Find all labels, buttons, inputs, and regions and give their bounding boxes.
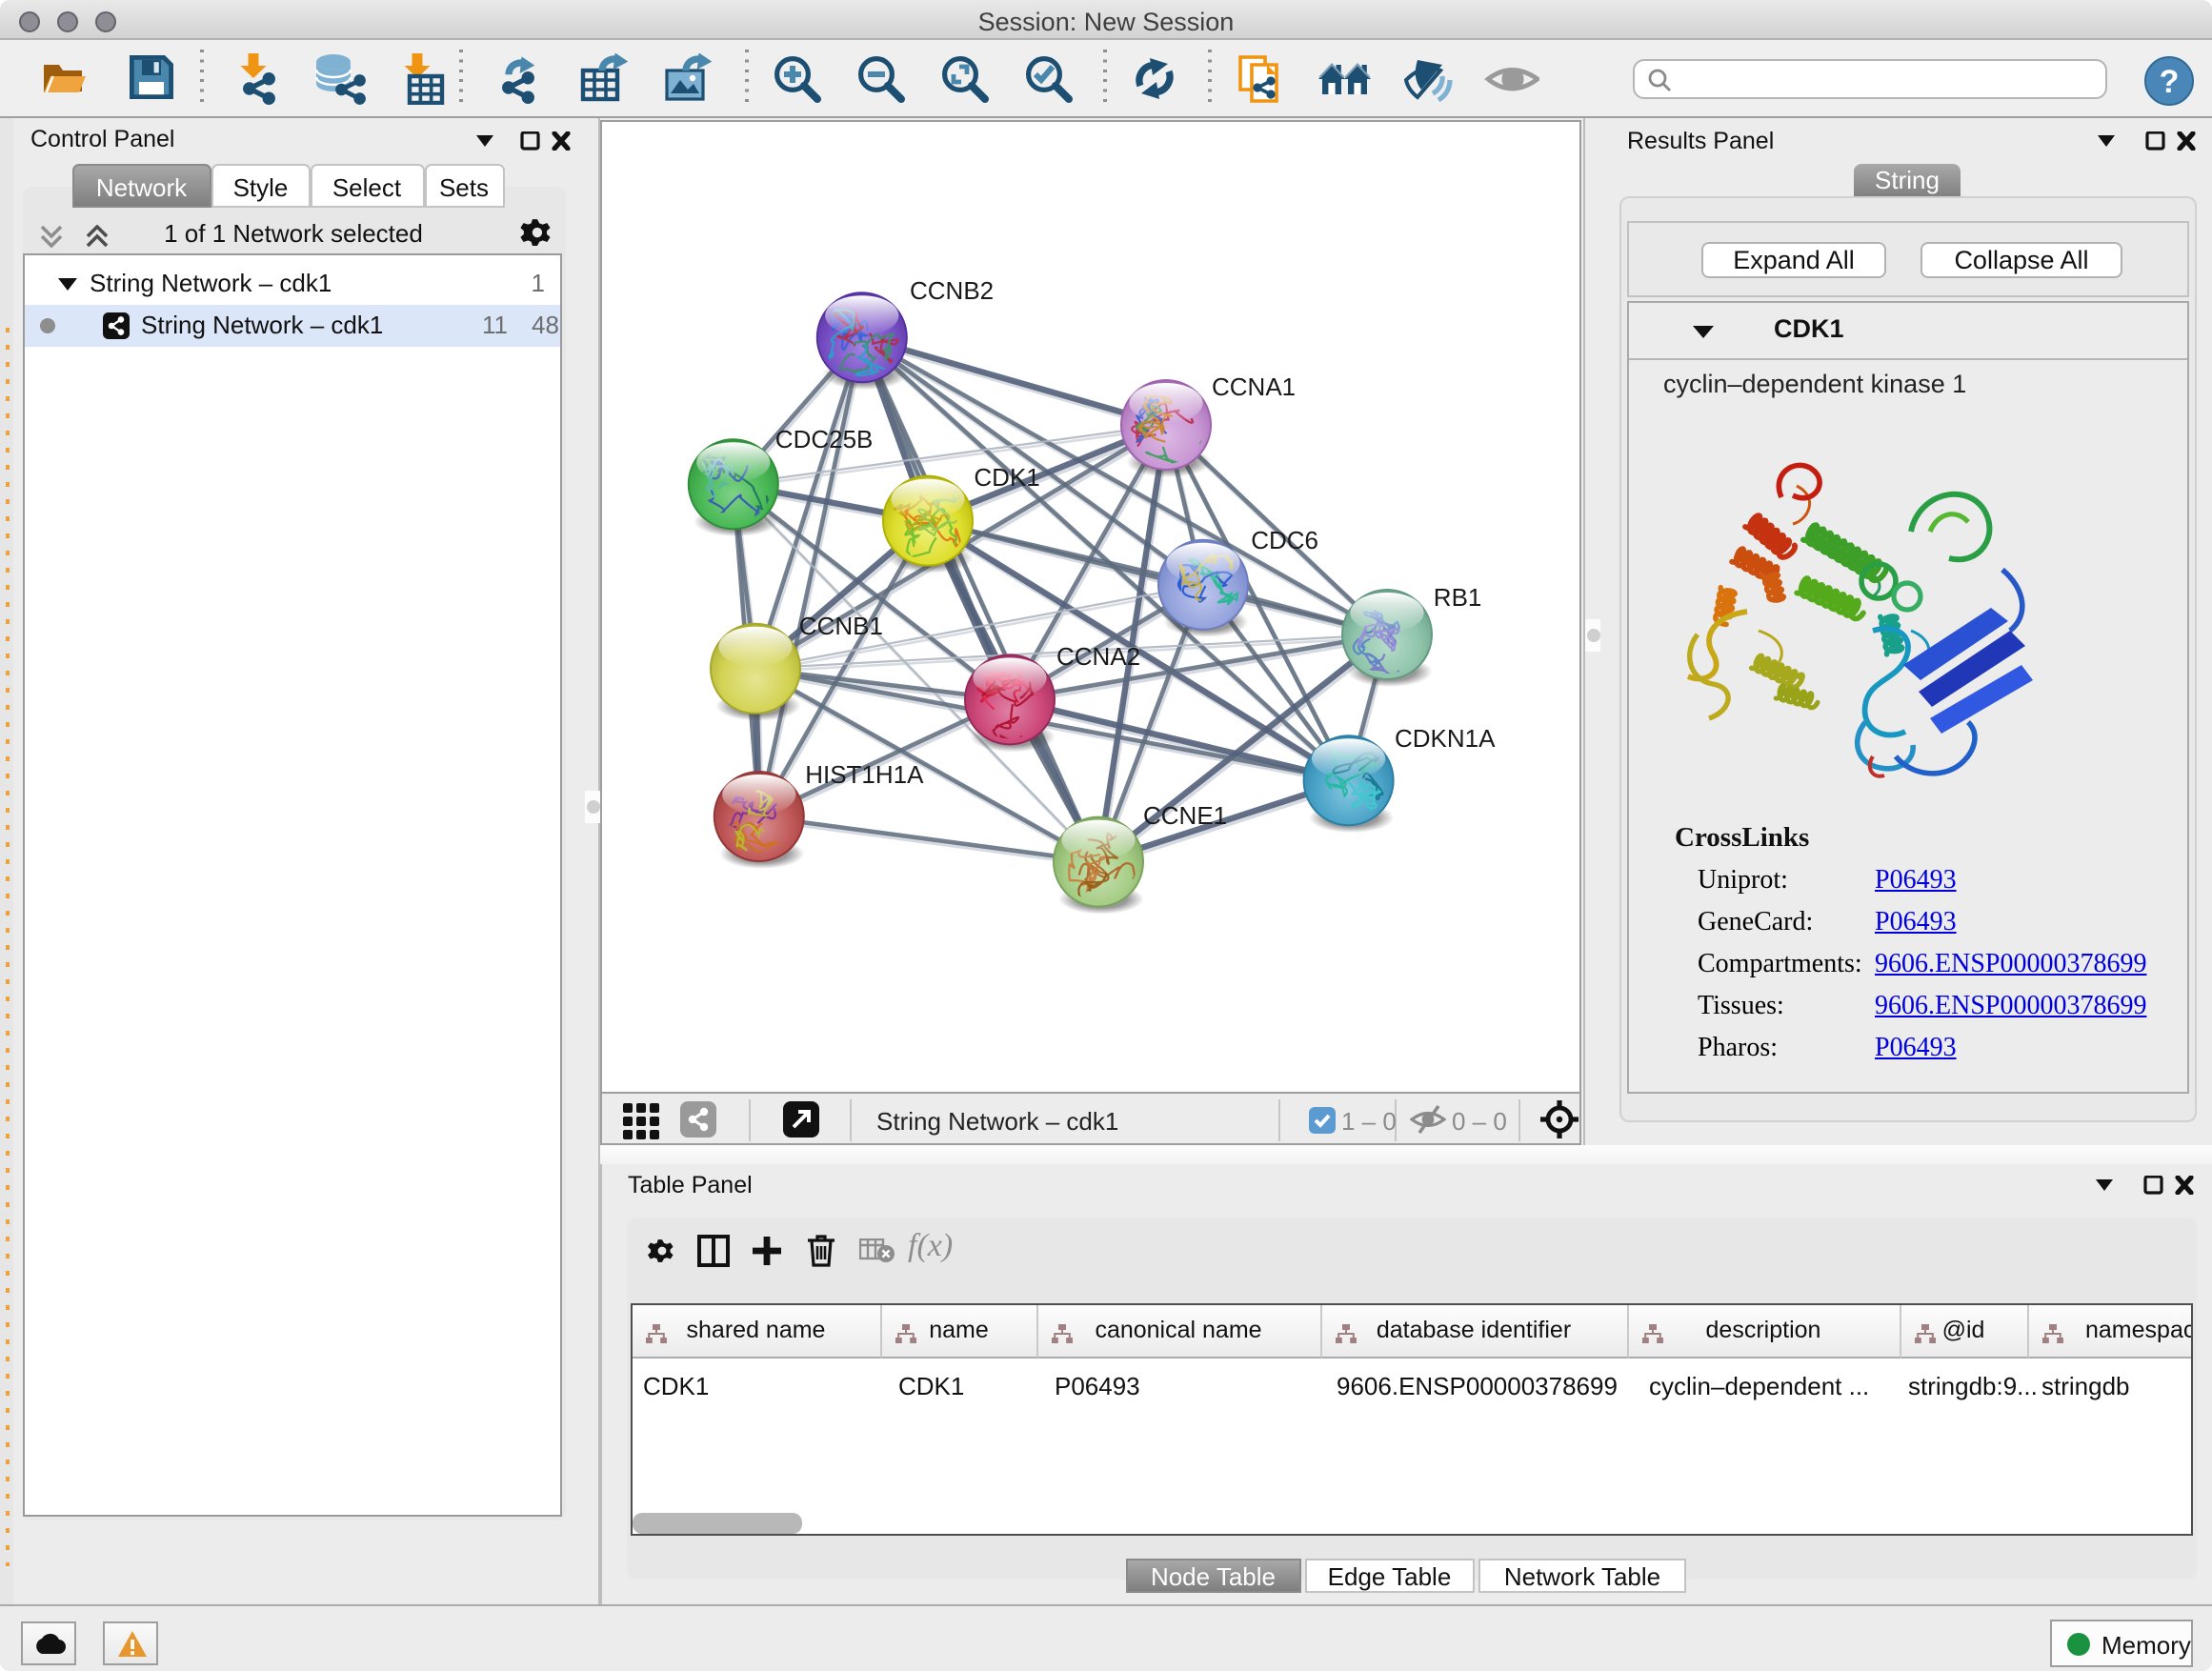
- svg-text:CDKN1A: CDKN1A: [1395, 723, 1496, 752]
- svg-text:CDC6: CDC6: [1251, 525, 1318, 554]
- svg-text:CCNB2: CCNB2: [910, 275, 994, 304]
- svg-text:CDC25B: CDC25B: [775, 424, 874, 453]
- svg-text:CCNA1: CCNA1: [1212, 372, 1296, 400]
- svg-text:?: ?: [2160, 64, 2180, 100]
- svg-text:CCNA2: CCNA2: [1056, 641, 1140, 670]
- svg-text:CDK1: CDK1: [974, 462, 1039, 491]
- svg-text:RB1: RB1: [1434, 582, 1482, 611]
- svg-text:CCNE1: CCNE1: [1143, 800, 1227, 829]
- svg-text:CCNB1: CCNB1: [799, 611, 883, 639]
- svg-text:HIST1H1A: HIST1H1A: [805, 759, 924, 788]
